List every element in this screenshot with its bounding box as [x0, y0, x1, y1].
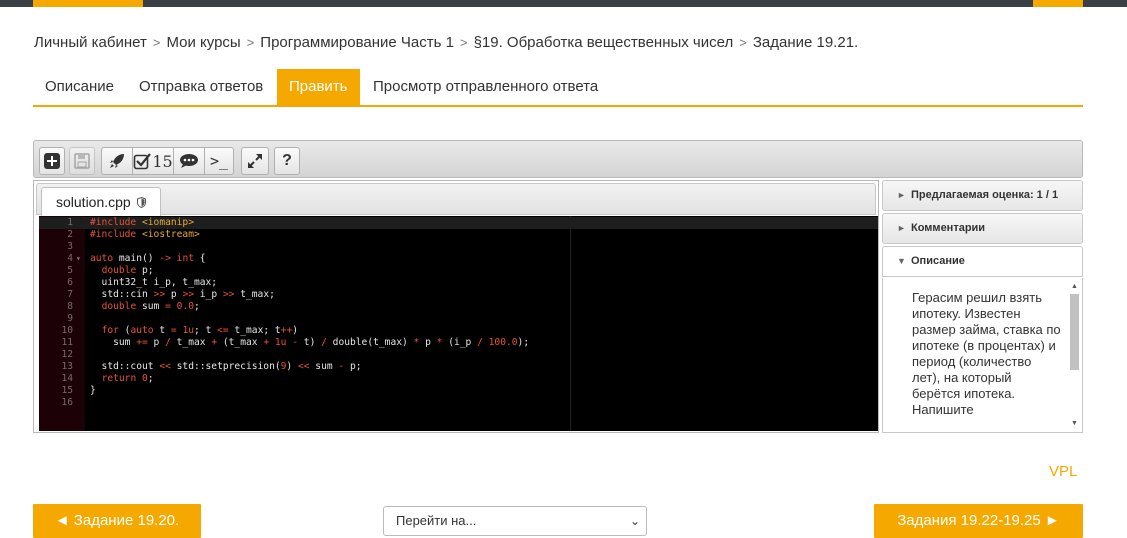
tab-bar: Описание Отправка ответов Править Просмо…	[33, 69, 1083, 107]
line-number: 10	[61, 325, 73, 336]
grade-panel-header[interactable]: ► Предлагаемая оценка: 1 / 1	[882, 180, 1083, 211]
code-text: auto main() -> int {	[90, 253, 206, 264]
jump-to-select[interactable]: Перейти на... ⌄	[383, 506, 647, 536]
file-tab-solution[interactable]: solution.cpp	[41, 187, 161, 217]
file-tab-bar: solution.cpp	[36, 183, 876, 217]
line-number: 12	[61, 349, 73, 360]
vpl-ide: 15 >_ ? solution.cpp 1 #include <iomanip>…	[33, 140, 1083, 434]
file-tab-label: solution.cpp	[56, 194, 131, 210]
chevron-right-icon: >	[739, 35, 747, 50]
console-button[interactable]: >_	[204, 147, 234, 175]
evaluate-count: 15	[152, 151, 173, 171]
comments-label: Комментарии	[911, 222, 986, 234]
line-number: 15	[61, 385, 73, 396]
console-icon: >_	[209, 152, 229, 170]
comments-button[interactable]	[173, 147, 205, 175]
description-scrollbar[interactable]: ▲ ▼	[1069, 282, 1080, 429]
caret-down-icon: ▼	[897, 256, 906, 266]
line-number: 4	[67, 253, 73, 264]
ide-toolbar: 15 >_ ?	[33, 140, 1083, 178]
code-text: #include <iomanip>	[90, 217, 194, 228]
line-number: 13	[61, 361, 73, 372]
fold-toggle-icon[interactable]: ▾	[76, 253, 81, 265]
help-icon: ?	[282, 152, 292, 169]
vpl-link[interactable]: VPL	[1049, 463, 1077, 480]
save-icon	[74, 153, 90, 169]
breadcrumb: Личный кабинет > Мои курсы > Программировани…	[34, 34, 858, 51]
code-editor[interactable]: 1 #include <iomanip> 2 #include <iostream> 3…	[39, 216, 878, 431]
code-text: uint32_t i_p, t_max;	[90, 277, 218, 288]
chevron-down-icon: ⌄	[629, 514, 640, 528]
next-activity-button[interactable]: Задания 19.22-19.25 ►	[874, 504, 1083, 538]
code-text: sum += p / t_max + (t_max + 1u - t) / do…	[90, 337, 530, 348]
scrollbar-thumb[interactable]	[1070, 294, 1079, 370]
line-number: 8	[67, 301, 73, 312]
jump-to-label: Перейти на...	[396, 513, 477, 528]
help-button[interactable]: ?	[274, 147, 300, 175]
chevron-right-icon: >	[459, 35, 468, 50]
comments-panel-header[interactable]: ► Комментарии	[882, 213, 1083, 244]
code-text: }	[90, 385, 96, 396]
breadcrumb-item-dashboard[interactable]: Личный кабинет	[34, 34, 147, 51]
comments-icon	[180, 154, 198, 168]
scroll-down-icon[interactable]: ▼	[1069, 419, 1080, 429]
chevron-right-icon: >	[152, 35, 161, 50]
breadcrumb-item-course[interactable]: Программирование Часть 1	[260, 34, 454, 51]
line-number: 16	[61, 397, 73, 408]
top-bar-accent-left	[33, 0, 143, 7]
line-number: 6	[67, 277, 73, 288]
tab-edit[interactable]: Править	[277, 69, 360, 105]
line-number: 2	[67, 229, 73, 240]
evaluate-icon	[134, 153, 152, 170]
shield-icon	[136, 196, 146, 209]
fullscreen-button[interactable]	[241, 147, 269, 175]
description-label: Описание	[911, 255, 965, 267]
line-number: 11	[61, 337, 73, 348]
line-number: 9	[67, 313, 73, 324]
top-bar	[0, 0, 1127, 7]
print-margin	[570, 216, 571, 431]
prev-activity-button[interactable]: ◄ Задание 19.20.	[33, 504, 201, 538]
line-number: 14	[61, 373, 73, 384]
scroll-up-icon[interactable]: ▲	[1069, 282, 1080, 292]
evaluate-button[interactable]: 15	[132, 147, 174, 175]
caret-right-icon: ►	[897, 223, 906, 233]
code-text: double p;	[101, 265, 154, 276]
tab-description[interactable]: Описание	[33, 69, 126, 105]
code-text: std::cout << std::setprecision(9) << sum…	[90, 361, 362, 372]
line-number: 5	[67, 265, 73, 276]
code-text: return 0;	[101, 373, 154, 384]
fullscreen-icon	[248, 154, 262, 168]
add-file-icon	[44, 153, 60, 169]
line-number: 3	[67, 241, 73, 252]
tab-view-submission[interactable]: Просмотр отправленного ответа	[361, 69, 610, 105]
editor-area: solution.cpp 1 #include <iomanip> 2 #includ…	[33, 180, 879, 433]
description-text: Герасим решил взять ипотеку. Известен ра…	[912, 290, 1061, 417]
line-number: 1	[67, 217, 73, 228]
add-file-button[interactable]	[39, 147, 65, 175]
breadcrumb-item-section[interactable]: §19. Обработка вещественных чисел	[474, 34, 734, 51]
code-text: std::cin >> p >> i_p >> t_max;	[90, 289, 275, 300]
grade-label: Предлагаемая оценка: 1 / 1	[911, 189, 1059, 201]
description-panel-header[interactable]: ▼ Описание	[882, 246, 1083, 277]
tab-submission[interactable]: Отправка ответов	[127, 69, 275, 105]
code-text: #include <iostream>	[90, 229, 200, 240]
run-button[interactable]	[101, 147, 133, 175]
code-line[interactable]: 1 #include <iomanip>	[39, 217, 878, 229]
description-panel-body: Герасим решил взять ипотеку. Известен ра…	[882, 278, 1083, 433]
save-button[interactable]	[69, 147, 95, 175]
caret-right-icon: ►	[897, 190, 906, 200]
chevron-right-icon: >	[246, 35, 255, 50]
breadcrumb-item-current[interactable]: Задание 19.21.	[753, 34, 858, 51]
side-panel: ► Предлагаемая оценка: 1 / 1 ► Комментар…	[882, 180, 1083, 433]
line-number: 7	[67, 289, 73, 300]
top-bar-accent-right	[1033, 0, 1083, 7]
breadcrumb-item-my-courses[interactable]: Мои курсы	[166, 34, 240, 51]
run-icon	[110, 154, 124, 168]
code-text: for (auto t = 1u; t <= t_max; t++)	[101, 325, 299, 336]
code-text: double sum = 0.0;	[101, 301, 200, 312]
